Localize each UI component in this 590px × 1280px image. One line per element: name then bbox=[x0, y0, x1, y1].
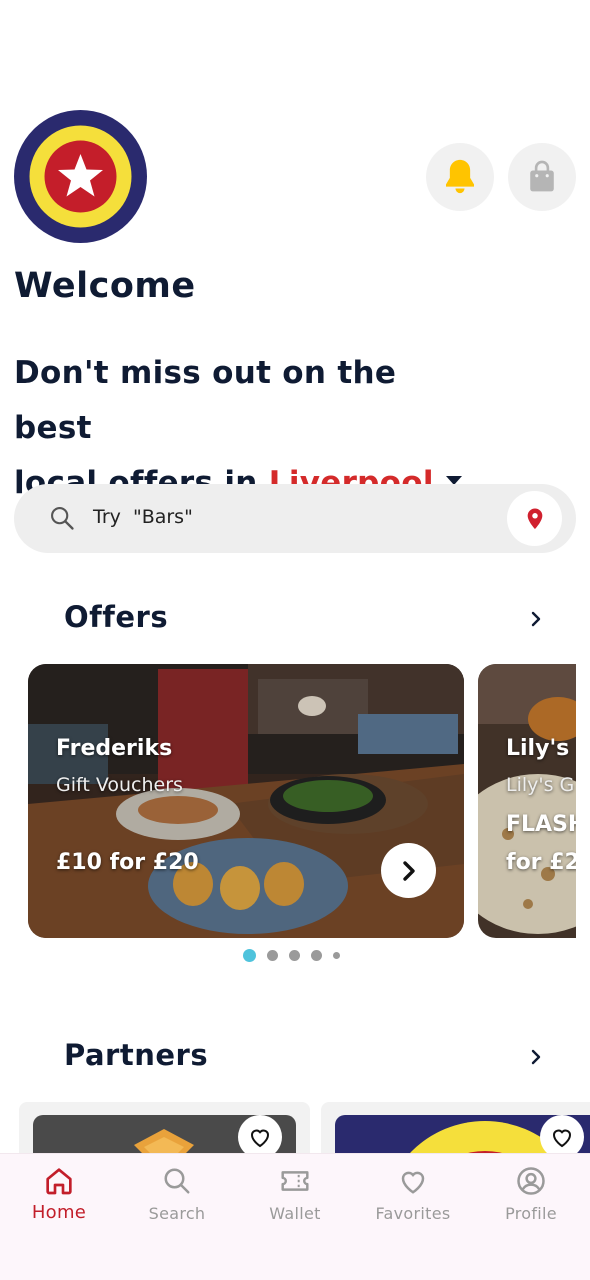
tab-wallet[interactable]: Wallet bbox=[236, 1164, 354, 1223]
tab-label: Favorites bbox=[375, 1204, 451, 1223]
offer-photo bbox=[478, 664, 576, 938]
app-logo bbox=[14, 110, 147, 243]
offers-chevron-right-icon[interactable] bbox=[528, 611, 544, 627]
star-roundel-logo-icon bbox=[14, 110, 147, 243]
tab-label: Home bbox=[31, 1202, 87, 1223]
partners-chevron-right-icon[interactable] bbox=[528, 1049, 544, 1065]
ticket-icon bbox=[281, 1171, 309, 1191]
location-button[interactable] bbox=[507, 491, 562, 546]
carousel-pagination bbox=[243, 949, 351, 962]
partners-title: Partners bbox=[64, 1038, 209, 1072]
offer-deal: £10 for £20 bbox=[56, 850, 199, 875]
offers-title: Offers bbox=[64, 600, 169, 634]
heart-icon bbox=[401, 1171, 425, 1194]
offer-card[interactable]: Lily's Lily's G FLASH for £2 bbox=[478, 664, 576, 938]
search-icon bbox=[164, 1168, 190, 1194]
search-bar[interactable]: Try "Bars" bbox=[14, 484, 576, 553]
offer-photo bbox=[28, 664, 464, 938]
tab-label: Search bbox=[148, 1204, 206, 1223]
offer-subtitle: Lily's G bbox=[506, 774, 575, 796]
offer-flash-label: FLASH bbox=[506, 812, 576, 837]
shopping-bag-icon bbox=[530, 160, 554, 192]
notifications-button[interactable] bbox=[426, 143, 494, 211]
pagination-dot[interactable] bbox=[311, 950, 322, 961]
search-icon bbox=[51, 507, 74, 530]
tab-favorites[interactable]: Favorites bbox=[354, 1164, 472, 1223]
search-input[interactable]: Try "Bars" bbox=[93, 506, 193, 528]
map-pin-icon bbox=[527, 507, 542, 529]
tab-label: Profile bbox=[505, 1204, 557, 1223]
offer-merchant: Frederiks bbox=[56, 736, 173, 761]
tab-profile[interactable]: Profile bbox=[472, 1164, 590, 1223]
heart-icon bbox=[552, 1129, 572, 1148]
pagination-dot[interactable] bbox=[289, 950, 300, 961]
home-icon bbox=[46, 1168, 72, 1195]
cart-button[interactable] bbox=[508, 143, 576, 211]
bottom-tab-bar: Home Search Wallet Favorites Profile bbox=[0, 1153, 590, 1280]
bell-icon bbox=[446, 159, 474, 194]
pagination-dot[interactable] bbox=[333, 952, 340, 959]
pagination-dot-active[interactable] bbox=[243, 949, 256, 962]
pagination-dot[interactable] bbox=[267, 950, 278, 961]
chevron-right-icon bbox=[402, 860, 415, 881]
tab-home[interactable]: Home bbox=[0, 1164, 118, 1223]
offer-card[interactable]: Frederiks Gift Vouchers £10 for £20 bbox=[28, 664, 464, 938]
welcome-heading: Welcome bbox=[14, 266, 196, 306]
offer-deal: for £2 bbox=[506, 850, 576, 875]
tab-search[interactable]: Search bbox=[118, 1164, 236, 1223]
offer-merchant: Lily's bbox=[506, 736, 570, 761]
offers-carousel[interactable]: Frederiks Gift Vouchers £10 for £20 Lily… bbox=[28, 664, 576, 938]
offer-subtitle: Gift Vouchers bbox=[56, 774, 183, 796]
heart-icon bbox=[250, 1129, 270, 1148]
tab-label: Wallet bbox=[269, 1204, 321, 1223]
offer-open-button[interactable] bbox=[381, 843, 436, 898]
tagline-line1: Don't miss out on the best bbox=[14, 355, 397, 446]
user-icon bbox=[517, 1167, 545, 1195]
